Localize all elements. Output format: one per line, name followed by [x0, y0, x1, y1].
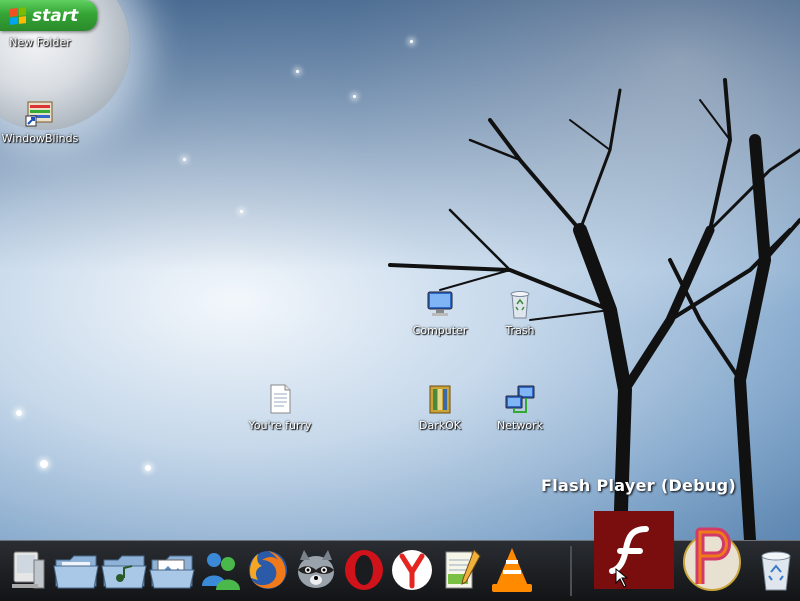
desktop-icon-new-folder[interactable]: New Folder	[0, 36, 85, 49]
windowblinds-icon	[24, 96, 56, 128]
recycle-bin-icon[interactable]	[752, 546, 800, 594]
folder-icon[interactable]	[52, 546, 100, 594]
firefox-icon[interactable]	[244, 546, 292, 594]
messenger-icon[interactable]	[196, 546, 244, 594]
star	[240, 210, 243, 213]
opera-icon[interactable]	[340, 546, 388, 594]
icon-label: Network	[497, 419, 543, 432]
icon-label: New Folder	[9, 36, 71, 49]
star	[353, 95, 356, 98]
flash-player-icon[interactable]	[594, 511, 674, 589]
start-button[interactable]: start	[0, 0, 97, 31]
display-monitor-icon[interactable]	[4, 546, 52, 594]
icon-label: Trash	[505, 324, 535, 337]
desktop-icon-windowblinds[interactable]: WindowBlinds	[0, 96, 85, 145]
dock-separator	[570, 546, 572, 596]
pictures-folder-icon[interactable]	[148, 546, 196, 594]
music-folder-icon[interactable]	[100, 546, 148, 594]
dock-tooltip: Flash Player (Debug)	[541, 476, 737, 495]
yandex-icon[interactable]	[388, 546, 436, 594]
text-document-icon	[264, 383, 296, 415]
trash-icon	[504, 288, 536, 320]
star	[145, 465, 151, 471]
icon-label: Computer	[412, 324, 468, 337]
computer-icon	[424, 288, 456, 320]
network-icon	[504, 383, 536, 415]
star	[16, 410, 22, 416]
start-label: start	[32, 5, 79, 26]
raccoon-icon[interactable]	[292, 546, 340, 594]
star	[183, 158, 186, 161]
windows-logo-icon	[10, 6, 26, 25]
icon-label: DarkOK	[419, 419, 461, 432]
desktop-icon-trash[interactable]: Trash	[475, 288, 565, 337]
desktop-icon-network[interactable]: Network	[475, 383, 565, 432]
p-app-icon[interactable]	[680, 522, 744, 592]
icon-label: WindowBlinds	[1, 132, 79, 145]
desktop-icon-computer[interactable]: Computer	[395, 288, 485, 337]
book-archive-icon	[424, 383, 456, 415]
desktop-icon-darkok[interactable]: DarkOK	[395, 383, 485, 432]
vlc-icon[interactable]	[488, 546, 536, 594]
icon-label: You're furry	[248, 419, 312, 432]
star	[40, 460, 48, 468]
notepad-icon[interactable]	[436, 546, 484, 594]
star	[296, 70, 299, 73]
desktop-icon-youre-furry[interactable]: You're furry	[235, 383, 325, 432]
star	[410, 40, 413, 43]
